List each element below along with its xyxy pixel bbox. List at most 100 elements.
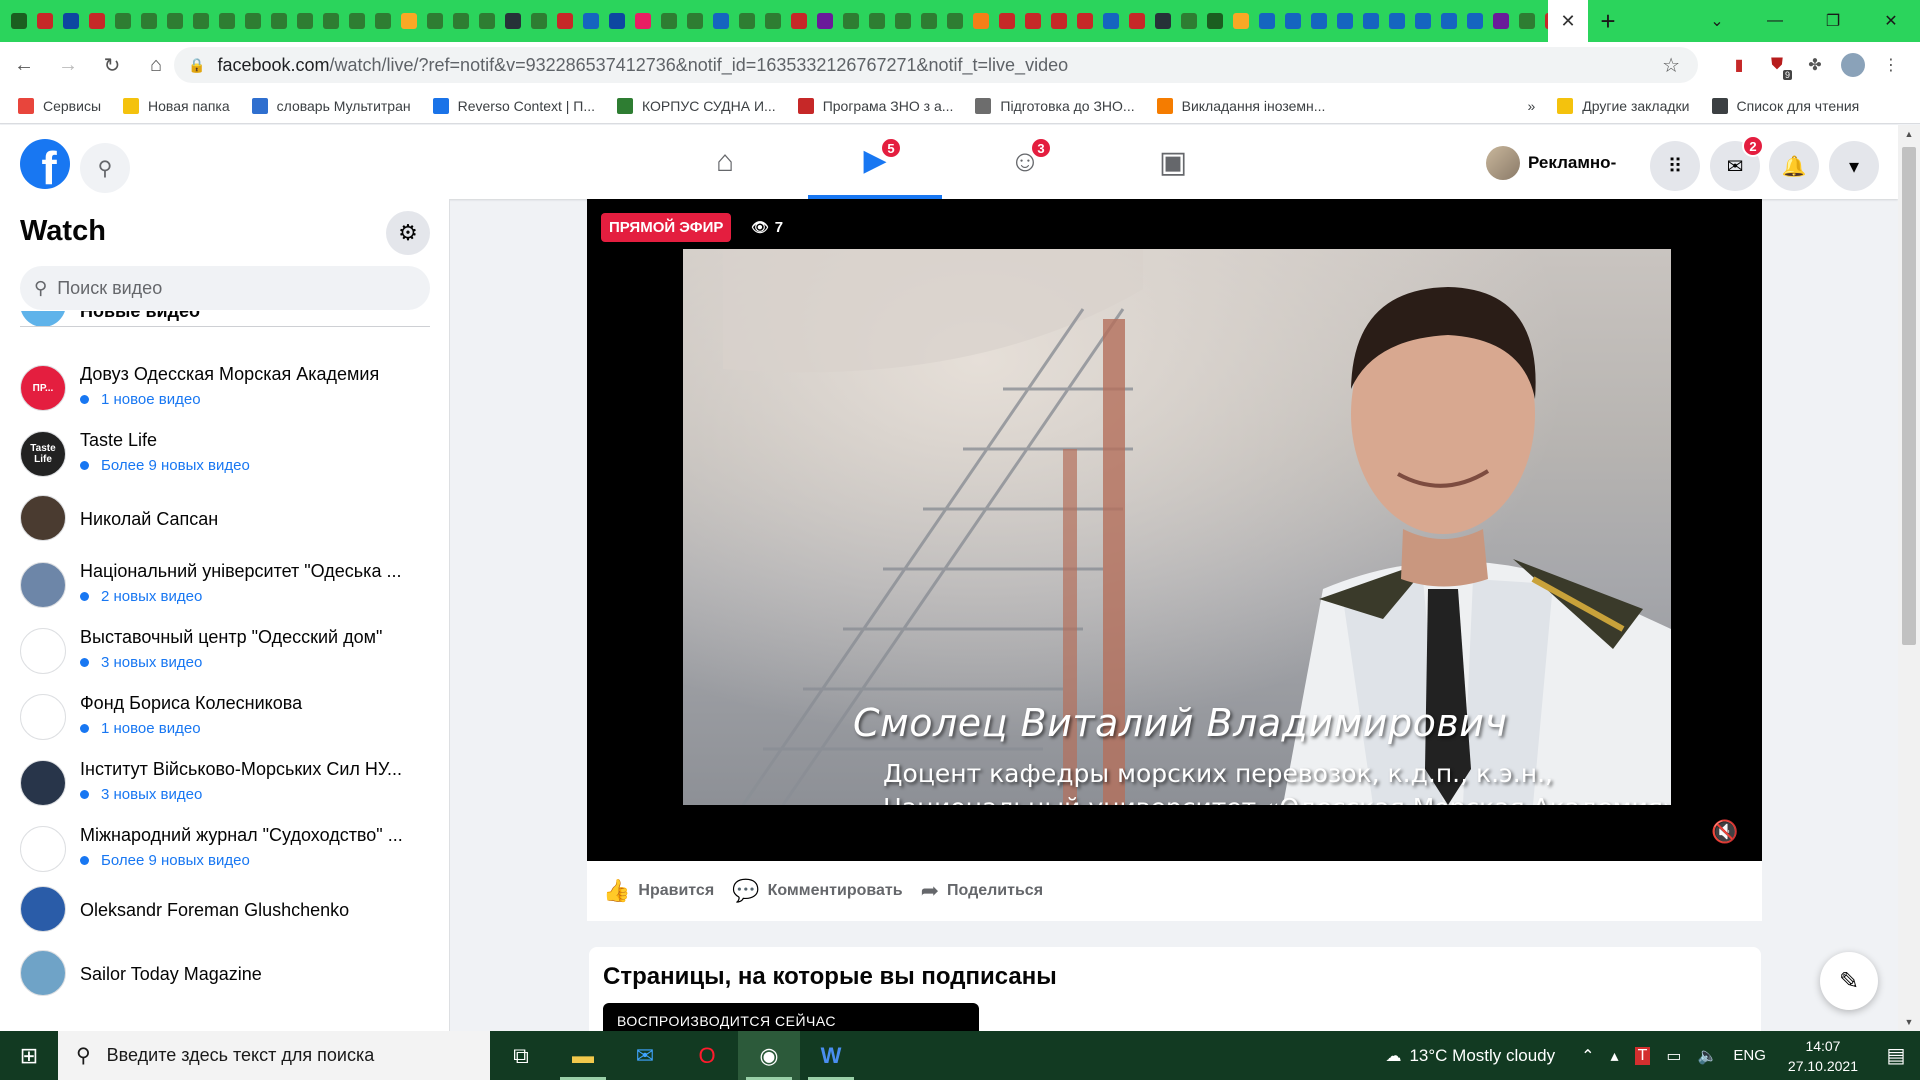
pinned-tab-favicon[interactable] xyxy=(869,13,885,29)
page-scrollbar[interactable]: ▲ ▼ xyxy=(1898,125,1920,1031)
pinned-tab-favicon[interactable] xyxy=(1077,13,1093,29)
back-button[interactable]: ← xyxy=(4,45,44,85)
search-input[interactable]: ⚲ Поиск видео xyxy=(20,266,430,310)
scrollbar-thumb[interactable] xyxy=(1902,147,1916,645)
notification-center-icon[interactable]: ▤ xyxy=(1872,1043,1920,1068)
bookmark-item[interactable]: КОРПУС СУДНА И... xyxy=(617,97,776,114)
pinned-tab-favicon[interactable] xyxy=(193,13,209,29)
word-icon[interactable]: W xyxy=(800,1031,862,1080)
bookmark-star-icon[interactable]: ☆ xyxy=(1662,53,1680,78)
scroll-up-icon[interactable]: ▲ xyxy=(1898,125,1920,143)
reload-button[interactable]: ↻ xyxy=(92,45,132,85)
bookmark-item[interactable]: Reverso Context | П... xyxy=(432,97,595,114)
list-item[interactable]: Національний університет "Одеська ... 2 н… xyxy=(20,561,440,622)
bookmark-item[interactable]: Новая папка xyxy=(123,97,230,114)
bookmark-item[interactable]: Викладання іноземн... xyxy=(1156,97,1325,114)
pinned-tab-favicon[interactable] xyxy=(843,13,859,29)
account-chevron-icon[interactable]: ▾ xyxy=(1829,141,1879,191)
pinned-tab-favicon[interactable] xyxy=(1207,13,1223,29)
pinned-tab-favicon[interactable] xyxy=(1051,13,1067,29)
network-icon[interactable]: ▭ xyxy=(1666,1046,1681,1066)
new-tab-button[interactable]: + xyxy=(1588,0,1628,42)
chrome-icon[interactable]: ◉ xyxy=(738,1031,800,1080)
lock-icon[interactable]: 🔒 xyxy=(188,57,205,74)
gaming-nav-icon[interactable]: ▣ xyxy=(1106,125,1240,199)
volume-icon[interactable]: 🔈 xyxy=(1697,1046,1717,1066)
share-button[interactable]: ➦ Поделиться xyxy=(921,878,1043,904)
groups-nav-icon[interactable]: ☺ 3 xyxy=(958,125,1092,199)
list-item[interactable]: Sailor Today Magazine xyxy=(20,950,440,1016)
pinned-tab-favicon[interactable] xyxy=(1493,13,1509,29)
pinned-tab-favicon[interactable] xyxy=(453,13,469,29)
pinned-tab-favicon[interactable] xyxy=(713,13,729,29)
address-bar[interactable]: 🔒 facebook.com/watch/live/?ref=notif&v=9… xyxy=(174,47,1698,83)
pinned-tab-favicon[interactable] xyxy=(661,13,677,29)
opera-icon[interactable]: O xyxy=(676,1031,738,1080)
bookmark-item[interactable]: Програма ЗНО з а... xyxy=(797,97,953,114)
weather-icon[interactable]: ☁ xyxy=(1385,1046,1401,1066)
pinned-tab-favicon[interactable] xyxy=(557,13,573,29)
bookmark-item[interactable]: словарь Мультитран xyxy=(251,97,411,114)
pinned-tab-favicon[interactable] xyxy=(921,13,937,29)
gear-icon[interactable]: ⚙ xyxy=(386,211,430,255)
taskbar-search-input[interactable]: ⚲ Введите здесь текст для поиска xyxy=(58,1031,490,1080)
notifications-bell-icon[interactable]: 🔔 xyxy=(1769,141,1819,191)
pinned-tab-favicon[interactable] xyxy=(219,13,235,29)
profile-avatar[interactable] xyxy=(1836,48,1870,82)
chevron-down-icon[interactable]: ⌄ xyxy=(1688,0,1746,42)
close-window-button[interactable]: ✕ xyxy=(1862,0,1920,42)
pinned-tab-favicon[interactable] xyxy=(1025,13,1041,29)
windows-start-icon[interactable]: ⊞ xyxy=(0,1031,58,1080)
pinned-tab-favicon[interactable] xyxy=(167,13,183,29)
pinned-tab-favicon[interactable] xyxy=(1129,13,1145,29)
task-view-icon[interactable]: ⧉ xyxy=(490,1031,552,1080)
pinned-tab-favicon[interactable] xyxy=(739,13,755,29)
compose-message-icon[interactable]: ✎ xyxy=(1820,952,1878,1010)
pinned-tab-favicon[interactable] xyxy=(141,13,157,29)
pinned-tab-favicon[interactable] xyxy=(1259,13,1275,29)
pinned-tab-favicon[interactable] xyxy=(1155,13,1171,29)
pinned-tab-favicon[interactable] xyxy=(37,13,53,29)
pinned-tab-favicon[interactable] xyxy=(583,13,599,29)
pinned-tab-favicon[interactable] xyxy=(817,13,833,29)
pinned-tab-favicon[interactable] xyxy=(11,13,27,29)
home-nav-icon[interactable]: ⌂ xyxy=(658,125,792,199)
ublock-icon[interactable]: ⛊ 9 xyxy=(1760,48,1794,82)
pinned-tab-favicon[interactable] xyxy=(63,13,79,29)
search-icon[interactable]: ⚲ xyxy=(80,143,130,193)
facebook-logo[interactable]: f xyxy=(20,139,70,189)
pinned-tab-favicon[interactable] xyxy=(1363,13,1379,29)
puzzle-icon[interactable]: ✤ xyxy=(1798,48,1832,82)
tray-app-icon[interactable]: ▴ xyxy=(1611,1046,1619,1066)
bookmark-item[interactable]: Другие закладки xyxy=(1557,97,1690,114)
kebab-menu-icon[interactable]: ⋮ xyxy=(1874,48,1908,82)
pinned-tab-favicon[interactable] xyxy=(245,13,261,29)
pinned-tab-favicon[interactable] xyxy=(297,13,313,29)
pinned-tab-favicon[interactable] xyxy=(531,13,547,29)
messenger-icon[interactable]: ✉ 2 xyxy=(1710,135,1764,191)
pinned-tab-favicon[interactable] xyxy=(791,13,807,29)
pinned-tab-favicon[interactable] xyxy=(89,13,105,29)
close-tab-icon[interactable]: ✕ xyxy=(1560,11,1575,32)
tray-text-icon[interactable]: Т xyxy=(1634,1046,1651,1065)
pinned-tab-favicon[interactable] xyxy=(1311,13,1327,29)
pinned-tab-favicon[interactable] xyxy=(1389,13,1405,29)
partial-list-item[interactable]: Новые видео xyxy=(20,311,430,327)
comment-button[interactable]: 💬 Комментировать xyxy=(732,878,902,904)
pinned-tab-favicon[interactable] xyxy=(271,13,287,29)
list-item[interactable]: Taste Life Taste Life Более 9 новых видео xyxy=(20,430,440,491)
pinned-tab-favicon[interactable] xyxy=(1233,13,1249,29)
scroll-down-icon[interactable]: ▼ xyxy=(1898,1013,1920,1031)
list-item[interactable]: Oleksandr Foreman Glushchenko xyxy=(20,886,440,952)
home-button[interactable]: ⌂ xyxy=(136,45,176,85)
pinned-tab-favicon[interactable] xyxy=(895,13,911,29)
url-text[interactable]: facebook.com/watch/live/?ref=notif&v=932… xyxy=(217,55,1068,76)
video-frame[interactable]: Смолец Виталий Владимирович Доцент кафед… xyxy=(683,249,1671,805)
pinned-tab-favicon[interactable] xyxy=(1519,13,1535,29)
menu-grid-icon[interactable]: ⠿ xyxy=(1650,141,1700,191)
pinned-tab-favicon[interactable] xyxy=(687,13,703,29)
chevron-up-icon[interactable]: ⌃ xyxy=(1581,1046,1594,1066)
profile-shortcut[interactable]: Рекламно- xyxy=(1486,145,1616,181)
forward-button[interactable]: → xyxy=(48,45,88,85)
pinned-tab-favicon[interactable] xyxy=(479,13,495,29)
